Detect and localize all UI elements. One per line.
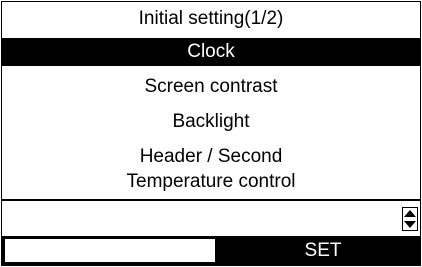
page-title: Initial setting(1/2) [138,8,284,29]
menu-item-backlight[interactable]: Backlight [2,108,420,136]
softkey-left[interactable] [4,238,216,263]
menu-item-clock[interactable]: Clock [2,38,420,66]
menu-item-header-second[interactable]: Header / Second [2,143,420,171]
up-down-scroll-icon[interactable] [402,207,418,231]
set-button[interactable]: SET [226,237,420,265]
display-screen: Initial setting(1/2) Clock Screen contra… [1,1,421,266]
menu-item-temperature-control[interactable]: Temperature control [2,168,420,196]
menu-item-screen-contrast[interactable]: Screen contrast [2,73,420,101]
divider [2,199,420,201]
